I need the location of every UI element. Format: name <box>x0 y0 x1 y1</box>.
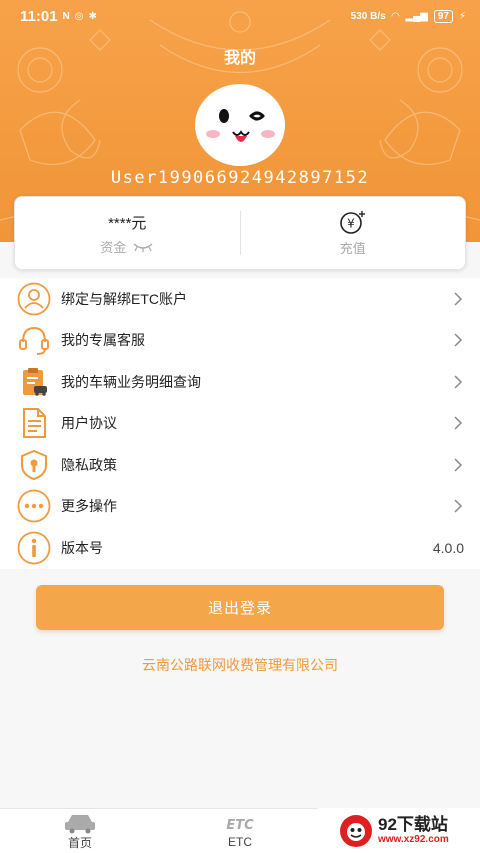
version-number: 4.0.0 <box>432 539 464 556</box>
company-name: 云南公路联网收费管理有限公司 <box>142 657 338 673</box>
tab-home[interactable]: 首页 <box>0 809 160 853</box>
car-icon <box>65 814 95 833</box>
watermark-logo-icon <box>340 814 372 847</box>
mute-icon: ◎ <box>74 10 84 22</box>
user-icon <box>16 281 52 317</box>
tab-label: 首页 <box>67 835 92 850</box>
info-icon <box>16 530 52 566</box>
menu-label: 我的专属客服 <box>61 332 145 349</box>
nfc-icon: N <box>62 10 70 22</box>
recharge-button[interactable]: ¥ 充值 <box>241 197 466 269</box>
signal-icon: ▂▄▆ <box>405 10 428 22</box>
clipboard-car-icon <box>16 364 52 400</box>
recharge-label: 充值 <box>339 240 366 256</box>
status-bar: 11:01 N ◎ ✱ 530 B/s ◠ ▂▄▆ 97 ⚡ <box>0 0 480 32</box>
username: User19906692494289715​2 <box>110 168 370 188</box>
avatar[interactable] <box>193 82 287 168</box>
menu-label: 用户协议 <box>61 415 117 432</box>
headset-icon <box>16 322 52 358</box>
watermark: 92下载站 www.xz92.com <box>318 808 480 853</box>
clock: 11:01 <box>20 7 58 25</box>
tab-label: ETC <box>228 835 252 849</box>
watermark-url: www.xz92.com <box>378 834 449 846</box>
chevron-right-icon <box>454 375 463 389</box>
wifi-icon: ◠ <box>391 10 400 22</box>
menu-label: 隐私政策 <box>61 456 117 473</box>
chevron-right-icon <box>454 458 463 472</box>
balance-label: 资金 <box>100 240 127 255</box>
balance-amount: ****元 <box>108 215 147 232</box>
balance-card: ****元 资金 ¥ 充值 <box>14 196 466 270</box>
menu-item-user-agreement[interactable]: 用户协议 <box>0 403 480 445</box>
battery-icon: 97 <box>433 9 453 23</box>
menu-item-more-actions[interactable]: 更多操作 <box>0 486 480 528</box>
menu-label: 我的车辆业务明细查询 <box>61 373 201 390</box>
menu-item-customer-service[interactable]: 我的专属客服 <box>0 320 480 362</box>
chevron-right-icon <box>454 416 463 430</box>
chevron-right-icon <box>454 333 463 347</box>
bluetooth-icon: ✱ <box>88 10 97 22</box>
menu-label: 更多操作 <box>61 498 117 515</box>
logout-button[interactable]: 退出登录 <box>36 585 444 630</box>
charging-icon: ⚡ <box>458 10 466 22</box>
chevron-right-icon <box>454 292 463 306</box>
more-icon <box>16 488 52 524</box>
yen-icon: ¥ <box>339 210 365 234</box>
eye-closed-icon[interactable] <box>132 242 154 252</box>
svg-text:ETC: ETC <box>226 818 254 833</box>
menu-item-vehicle-details[interactable]: 我的车辆业务明细查询 <box>0 361 480 403</box>
menu-label: 绑定与解绑ETC账户 <box>61 290 187 307</box>
document-icon <box>16 405 52 441</box>
shield-lock-icon <box>16 447 52 483</box>
chevron-right-icon <box>454 499 463 513</box>
svg-text:¥: ¥ <box>347 216 355 230</box>
watermark-site: 92下载站 <box>378 814 448 834</box>
logout-area: 退出登录 云南公路联网收费管理有限公司 <box>0 569 480 697</box>
balance-section[interactable]: ****元 资金 <box>15 197 240 269</box>
menu-item-version: 版本号 4.0.0 <box>0 527 480 569</box>
net-speed: 530 B/s <box>350 10 386 22</box>
page-title: 我的 <box>223 50 256 67</box>
tab-etc[interactable]: ETC ETC <box>160 809 320 853</box>
menu-item-bind-etc[interactable]: 绑定与解绑ETC账户 <box>0 278 480 320</box>
etc-icon: ETC <box>226 818 254 833</box>
menu-label: 版本号 <box>61 539 103 556</box>
menu-item-privacy-policy[interactable]: 隐私政策 <box>0 444 480 486</box>
settings-menu: 绑定与解绑ETC账户 我的专属客服 我的车辆业务明细查询 用户协议 隐私政策 更 <box>0 278 480 569</box>
